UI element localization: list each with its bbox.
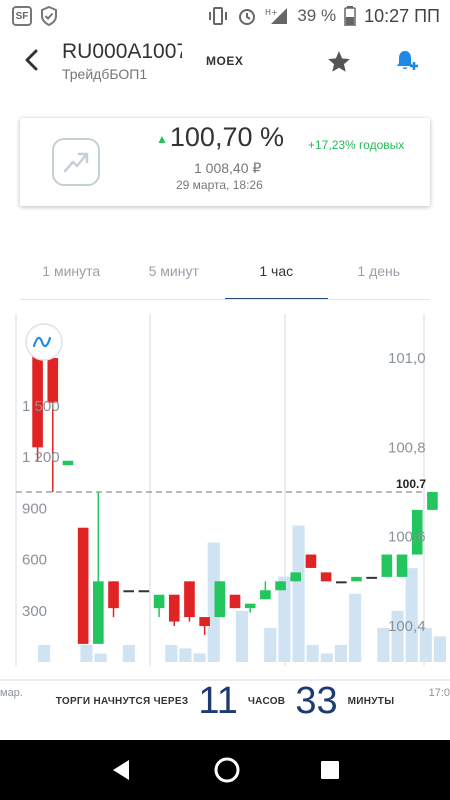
shield-check-icon: [41, 6, 57, 26]
volume-axis-label: 900: [22, 500, 47, 517]
nav-back-icon[interactable]: [109, 757, 135, 783]
candle-up[interactable]: [62, 460, 74, 466]
candle-up[interactable]: [138, 590, 150, 593]
price-axis-label: 101,0: [388, 350, 426, 367]
volume-axis-label: 1 200: [22, 449, 60, 466]
svg-text:H+: H+: [265, 8, 278, 17]
system-nav-bar: [0, 740, 450, 800]
volume-bar: [80, 644, 93, 662]
volume-bar: [264, 627, 277, 662]
price-axis-label: 100,4: [388, 618, 426, 635]
volume-bar: [433, 636, 446, 662]
volume-bar: [38, 644, 51, 662]
vibrate-icon: [209, 7, 228, 25]
ticker-title: RU000A1007: [62, 40, 182, 63]
volume-bar: [334, 644, 348, 662]
countdown-hours-label: ЧАСОВ: [247, 695, 286, 707]
price-axis-label: 100,6: [388, 529, 426, 546]
countdown-hours: 11: [198, 679, 238, 722]
candle-down[interactable]: [184, 581, 195, 618]
price-axis-label: 100,8: [388, 439, 426, 456]
trend-up-icon: [52, 138, 100, 186]
price-rub: 1 008,40 ₽: [194, 160, 262, 176]
candle-down[interactable]: [320, 572, 332, 582]
candle-up[interactable]: [93, 581, 104, 644]
volume-bar: [235, 610, 249, 662]
tabs-divider: [20, 299, 430, 300]
add-alert-bell-icon[interactable]: [394, 48, 420, 74]
volume-bar: [349, 593, 362, 662]
volume-bar: [405, 568, 418, 662]
yield-label: +17,23% годовых: [308, 138, 405, 152]
candle-up[interactable]: [214, 581, 226, 618]
trading-countdown: ТОРГИ НАЧНУТСЯ ЧЕРЕЗ 11 ЧАСОВ 33 МИНУТЫ: [0, 678, 450, 724]
volume-axis-label: 1 500: [22, 398, 60, 415]
volume-axis-label: 300: [22, 603, 47, 620]
volume-bar: [122, 644, 135, 662]
candle-down[interactable]: [168, 594, 180, 622]
countdown-minutes: 33: [295, 679, 338, 722]
candle-up[interactable]: [275, 581, 286, 591]
candle-down[interactable]: [199, 617, 210, 626]
interval-tabs: 1 минута 5 минут 1 час 1 день: [0, 246, 450, 300]
volume-bar: [306, 644, 319, 662]
price-percent-value: 100,70 %: [169, 122, 284, 152]
tab-1-day[interactable]: 1 день: [328, 246, 431, 300]
battery-percent: 39 %: [297, 6, 337, 25]
current-price-tag: 100.7: [396, 477, 426, 491]
candle-up[interactable]: [290, 572, 302, 582]
nav-home-icon[interactable]: [212, 755, 242, 785]
candle-down[interactable]: [305, 554, 317, 568]
back-arrow-icon[interactable]: [20, 48, 44, 72]
chart-type-toggle[interactable]: [25, 323, 63, 361]
app-header: RU000A1007 ТрейдбБОП1 MOEX: [0, 32, 450, 92]
quote-card: ▲100,70 % 1 008,40 ₽ 29 марта, 18:26 +17…: [20, 118, 430, 206]
nav-recents-icon[interactable]: [319, 759, 341, 781]
countdown-minutes-label: МИНУТЫ: [347, 695, 395, 707]
candle-up[interactable]: [351, 576, 362, 582]
volume-bar: [193, 653, 206, 662]
candle-down[interactable]: [77, 527, 89, 644]
candle-up[interactable]: [427, 492, 438, 510]
candle-down[interactable]: [47, 358, 59, 403]
candle-up[interactable]: [123, 590, 135, 593]
candle-down[interactable]: [108, 581, 119, 609]
volume-axis-label: 600: [22, 552, 47, 569]
candle-up[interactable]: [335, 581, 347, 584]
candle-up[interactable]: [366, 576, 377, 579]
tab-5-minutes[interactable]: 5 минут: [123, 246, 226, 300]
price-up-triangle-icon: ▲: [156, 131, 168, 146]
candle-up[interactable]: [153, 594, 165, 609]
status-bar: SF H+ 39 % 10:27 ПП: [0, 0, 450, 32]
clock: 10:27 ПП: [364, 5, 440, 26]
volume-bar: [320, 653, 333, 662]
candle-down[interactable]: [229, 594, 241, 609]
price-chart[interactable]: 101,0 100,8 100,6 100,4 1 500 1 200 900 600 300 1…: [0, 314, 450, 702]
signal-icon: H+: [265, 8, 288, 24]
tab-1-minute[interactable]: 1 минута: [20, 246, 123, 300]
price-datetime: 29 марта, 18:26: [176, 178, 263, 192]
candle-up[interactable]: [381, 554, 393, 577]
price-percent: ▲100,70 %: [156, 122, 284, 153]
battery-icon: [344, 6, 356, 26]
countdown-prefix: ТОРГИ НАЧНУТСЯ ЧЕРЕЗ: [55, 695, 189, 707]
volume-bar: [179, 648, 192, 662]
volume-bar: [165, 644, 178, 662]
tab-1-hour[interactable]: 1 час: [225, 246, 328, 300]
candle-up[interactable]: [244, 603, 256, 609]
sim-badge-icon: SF: [12, 6, 32, 26]
exchange-label: MOEX: [206, 54, 244, 68]
candle-up[interactable]: [396, 554, 408, 577]
volume-bar: [292, 525, 305, 662]
alarm-icon: [239, 9, 256, 25]
issuer-subtitle: ТрейдбБОП1: [62, 66, 148, 82]
candle-up[interactable]: [260, 590, 271, 600]
favorite-star-icon[interactable]: [326, 49, 352, 75]
volume-bar: [94, 653, 107, 662]
